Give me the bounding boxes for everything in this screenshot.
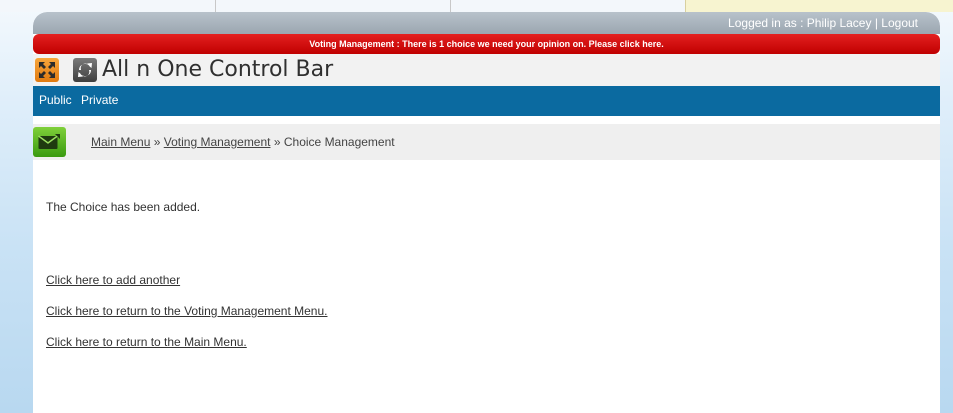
- breadcrumb-separator: »: [153, 135, 161, 149]
- tab-divider: [450, 0, 451, 12]
- breadcrumb-trail: Main Menu » Voting Management » Choice M…: [91, 124, 395, 160]
- nav-item-public[interactable]: Public: [39, 93, 72, 107]
- breadcrumb: Main Menu » Voting Management » Choice M…: [33, 124, 940, 160]
- sync-icon[interactable]: [73, 58, 97, 82]
- app-titlebar: All n One Control Bar: [33, 54, 940, 86]
- nav-item-private[interactable]: Private: [81, 93, 118, 107]
- notification-strip: [685, 0, 953, 12]
- main-menu-link[interactable]: Click here to return to the Main Menu.: [46, 335, 927, 350]
- logged-in-label: Logged in as : Philip Lacey: [728, 16, 872, 30]
- voting-menu-link[interactable]: Click here to return to the Voting Manag…: [46, 304, 927, 319]
- breadcrumb-separator: »: [273, 135, 281, 149]
- spacer: [33, 116, 940, 124]
- voting-alert-text: Voting Management : There is 1 choice we…: [309, 39, 664, 49]
- top-nav: Public Private: [33, 86, 940, 116]
- tab-divider: [215, 0, 216, 12]
- browser-tabstrip: [0, 0, 953, 12]
- main-panel: Logged in as : Philip Lacey | Logout Vot…: [33, 12, 940, 413]
- action-links: Click here to add another Click here to …: [46, 273, 927, 350]
- content-area: The Choice has been added. Click here to…: [33, 200, 940, 350]
- login-separator: |: [874, 16, 878, 30]
- expand-icon[interactable]: [35, 58, 59, 82]
- breadcrumb-voting-management[interactable]: Voting Management: [164, 135, 271, 149]
- app-title: All n One Control Bar: [102, 57, 334, 82]
- voting-alert-banner[interactable]: Voting Management : There is 1 choice we…: [33, 34, 940, 54]
- login-bar: Logged in as : Philip Lacey | Logout: [33, 12, 940, 34]
- breadcrumb-main-menu[interactable]: Main Menu: [91, 135, 150, 149]
- status-message: The Choice has been added.: [46, 200, 201, 214]
- logout-link[interactable]: Logout: [881, 16, 918, 30]
- mail-icon: [33, 127, 66, 157]
- breadcrumb-choice-management: Choice Management: [283, 135, 395, 149]
- add-another-link[interactable]: Click here to add another: [46, 273, 927, 288]
